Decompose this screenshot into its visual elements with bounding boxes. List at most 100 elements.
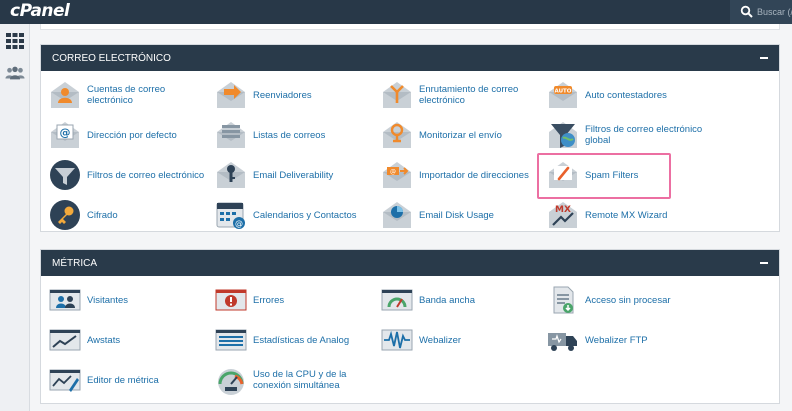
email-filters-icon [50, 160, 80, 190]
tool-label: Listas de correos [253, 129, 326, 141]
tool-forwarders[interactable]: Reenviadores [207, 75, 373, 115]
svg-text:@: @ [60, 126, 71, 139]
tool-label: Remote MX Wizard [585, 209, 668, 221]
tool-label: Filtros de correo electrónico global [585, 124, 703, 146]
tool-email-routing[interactable]: Enrutamiento de correo electrónico [373, 75, 539, 115]
tool-email-deliverability[interactable]: Email Deliverability [207, 155, 373, 195]
tool-metrics-editor[interactable]: Editor de métrica [41, 360, 207, 400]
tool-awstats[interactable]: Awstats [41, 320, 207, 360]
tool-email-filters[interactable]: Filtros de correo electrónico [41, 155, 207, 195]
tool-label: Email Disk Usage [419, 209, 494, 221]
svg-text:AUTO: AUTO [555, 89, 572, 95]
tool-label: Enrutamiento de correo electrónico [419, 84, 519, 106]
email-deliverability-icon [217, 162, 245, 188]
tool-email-disk-usage[interactable]: Email Disk Usage [373, 195, 539, 235]
mailing-lists-icon [217, 122, 245, 148]
grid-icon [6, 33, 24, 49]
tool-encryption[interactable]: Cifrado [41, 195, 207, 235]
tool-webalizer-ftp[interactable]: Webalizer FTP [539, 320, 705, 360]
tool-label: Uso de la CPU y de la conexión simultáne… [253, 369, 347, 391]
section-title: CORREO ELECTRÓNICO [52, 52, 171, 64]
metrics-section-header[interactable]: MÉTRICA [41, 250, 779, 276]
tool-errors[interactable]: Errores [207, 280, 373, 320]
collapse-toggle[interactable] [757, 51, 771, 65]
tool-track-delivery[interactable]: Monitorizar el envío [373, 115, 539, 155]
main-content: CORREO ELECTRÓNICO Cuentas de correo ele… [30, 24, 792, 411]
tool-label: Reenviadores [253, 89, 312, 101]
tool-label: Errores [253, 294, 285, 306]
errors-icon [215, 289, 247, 311]
svg-text:@: @ [235, 219, 243, 228]
global-email-filters-icon [549, 122, 577, 148]
autoresponders-icon: AUTO [549, 82, 577, 108]
tool-address-importer[interactable]: @ Importador de direcciones [373, 155, 539, 195]
email-disk-usage-icon [383, 202, 411, 228]
tool-label: Estadísticas de Analog [253, 334, 350, 346]
tool-label: Acceso sin procesar [585, 294, 671, 306]
tool-label: Cifrado [87, 209, 118, 221]
tool-label: Cuentas de correo electrónico [87, 84, 166, 106]
tool-label: Editor de métrica [87, 374, 159, 386]
search-box[interactable] [730, 0, 792, 24]
default-address-icon: @ [51, 122, 79, 148]
metrics-editor-icon [49, 369, 81, 392]
visitors-icon [49, 289, 81, 311]
spam-filters-highlight [537, 153, 671, 199]
tool-webalizer[interactable]: Webalizer [373, 320, 539, 360]
tool-mailing-lists[interactable]: Listas de correos [207, 115, 373, 155]
bandwidth-icon [381, 289, 413, 311]
users-icon [5, 66, 25, 80]
svg-text:@: @ [390, 169, 396, 176]
top-bar: cPanel [0, 0, 792, 24]
tool-remote-mx-wizard[interactable]: MX Remote MX Wizard [539, 195, 705, 235]
tool-label: Banda ancha [419, 294, 475, 306]
tool-calendars-contacts[interactable]: @ Calendarios y Contactos [207, 195, 373, 235]
tools-grid-button[interactable] [5, 32, 25, 50]
email-accounts-icon [51, 82, 79, 108]
tool-label: Visitantes [87, 294, 129, 306]
minus-icon [760, 57, 768, 59]
previous-panel-edge [40, 24, 780, 30]
encryption-key-icon [50, 200, 80, 230]
tool-label: Webalizer [419, 334, 462, 346]
tool-label: Email Deliverability [253, 169, 334, 181]
track-delivery-icon [383, 122, 411, 148]
raw-access-icon [553, 286, 574, 314]
forwarders-icon [217, 82, 245, 108]
tool-label: Monitorizar el envío [419, 129, 502, 141]
email-section-header[interactable]: CORREO ELECTRÓNICO [41, 45, 779, 71]
minus-icon [760, 262, 768, 264]
tool-label: Filtros de correo electrónico [87, 169, 205, 181]
email-section: CORREO ELECTRÓNICO Cuentas de correo ele… [40, 44, 780, 232]
tool-email-accounts[interactable]: Cuentas de correo electrónico [41, 75, 207, 115]
tool-autoresponders[interactable]: AUTO Auto contestadores [539, 75, 705, 115]
tool-label: Calendarios y Contactos [253, 209, 357, 221]
tool-analog-stats[interactable]: Estadísticas de Analog [207, 320, 373, 360]
tool-label: Dirección por defecto [87, 129, 177, 141]
cpanel-logo[interactable]: cPanel [10, 1, 70, 21]
section-title: MÉTRICA [52, 257, 97, 269]
tool-cpu-usage[interactable]: Uso de la CPU y de la conexión simultáne… [207, 360, 373, 400]
tool-global-email-filters[interactable]: Filtros de correo electrónico global [539, 115, 705, 155]
users-button[interactable] [5, 64, 25, 82]
search-input[interactable] [757, 3, 792, 21]
search-icon [740, 5, 753, 18]
address-importer-icon: @ [383, 162, 411, 188]
tool-visitors[interactable]: Visitantes [41, 280, 207, 320]
email-routing-icon [383, 82, 411, 108]
left-rail [0, 24, 30, 411]
calendars-contacts-icon: @ [216, 202, 245, 229]
tool-default-address[interactable]: @ Dirección por defecto [41, 115, 207, 155]
cpu-usage-icon [218, 369, 244, 395]
tool-label: Importador de direcciones [419, 169, 529, 181]
svg-text:MX: MX [555, 205, 571, 215]
tool-bandwidth[interactable]: Banda ancha [373, 280, 539, 320]
awstats-icon [49, 329, 81, 351]
tool-label: Auto contestadores [585, 89, 667, 101]
metrics-section: MÉTRICA Visitantes Errores Banda ancha A… [40, 249, 780, 404]
remote-mx-wizard-icon: MX [549, 202, 577, 228]
tool-label: Webalizer FTP [585, 334, 648, 346]
webalizer-icon [381, 329, 413, 351]
collapse-toggle[interactable] [757, 256, 771, 270]
tool-raw-access[interactable]: Acceso sin procesar [539, 280, 705, 320]
